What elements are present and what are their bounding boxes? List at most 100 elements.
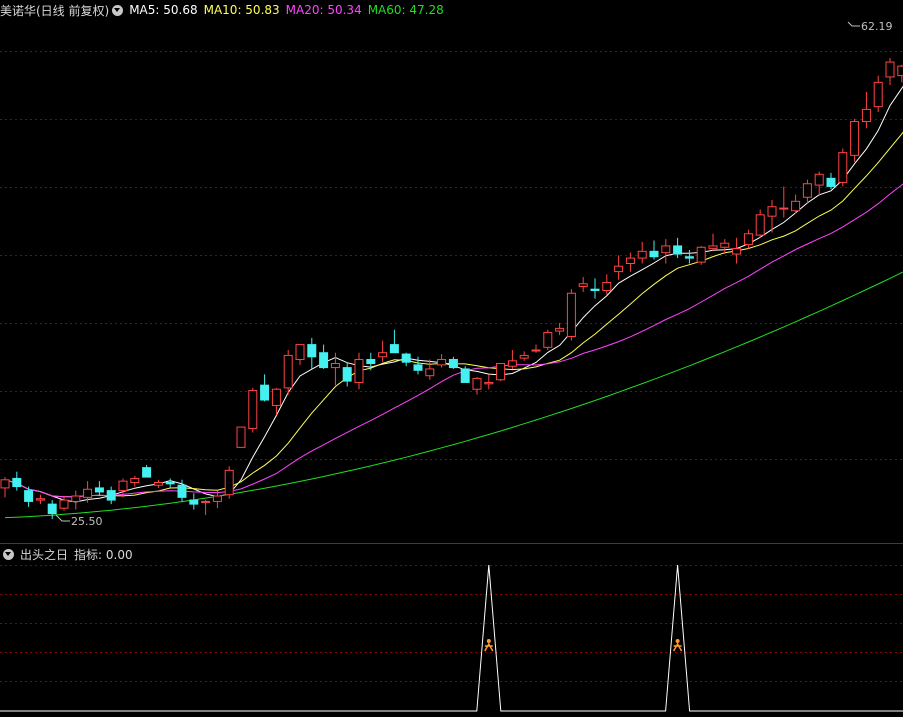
candlestick[interactable] <box>555 322 565 336</box>
candlestick[interactable] <box>873 75 883 113</box>
candlestick[interactable] <box>283 350 293 395</box>
candlestick[interactable] <box>814 171 824 196</box>
candlestick[interactable] <box>448 356 458 369</box>
candlestick[interactable] <box>319 344 329 369</box>
indicator-title: 出头之日 <box>20 547 69 562</box>
candlestick[interactable] <box>165 478 175 488</box>
candlestick[interactable] <box>472 377 482 395</box>
ma10-label: MA10: 50.83 <box>203 3 280 17</box>
candle-body <box>614 265 624 273</box>
candlestick[interactable] <box>850 118 860 163</box>
candlestick[interactable] <box>236 426 246 448</box>
candle-body <box>47 503 57 515</box>
candle-body <box>201 500 211 503</box>
candlestick[interactable] <box>791 194 801 214</box>
candlestick[interactable] <box>861 91 871 129</box>
candlestick[interactable] <box>625 252 635 272</box>
candlestick[interactable] <box>248 387 258 433</box>
candlestick[interactable] <box>366 352 376 371</box>
candle-body <box>661 245 671 254</box>
candlestick[interactable] <box>590 278 600 299</box>
candlestick[interactable] <box>496 363 506 382</box>
candle-body <box>755 214 765 236</box>
candlestick[interactable] <box>224 466 234 499</box>
candlestick[interactable] <box>425 359 435 380</box>
candlestick[interactable] <box>637 241 647 264</box>
candle-body <box>248 390 258 429</box>
candlestick[interactable] <box>0 477 10 498</box>
candle-body <box>684 256 694 259</box>
candlestick[interactable] <box>543 329 553 351</box>
candlestick[interactable] <box>189 493 199 510</box>
candlestick[interactable] <box>201 500 211 515</box>
dropdown-circle-icon[interactable] <box>3 548 14 560</box>
candle-body <box>791 200 801 212</box>
candlestick[interactable] <box>354 352 364 390</box>
candle-body <box>507 360 517 367</box>
candlestick[interactable] <box>153 479 163 488</box>
candle-body <box>437 358 447 366</box>
ma60-label: MA60: 47.28 <box>367 3 444 17</box>
kline-chart-stage[interactable]: 62.19 25.50 <box>0 0 903 717</box>
candlestick[interactable] <box>342 362 352 387</box>
candlestick[interactable] <box>602 274 612 295</box>
candlestick[interactable] <box>212 490 222 509</box>
candlestick[interactable] <box>649 240 659 260</box>
dropdown-circle-icon[interactable] <box>112 4 124 16</box>
candlestick[interactable] <box>130 475 140 487</box>
candle-body <box>732 248 742 255</box>
candlestick[interactable] <box>106 486 116 505</box>
candlestick[interactable] <box>743 229 753 249</box>
candle-body <box>366 358 376 365</box>
candlestick[interactable] <box>684 249 694 264</box>
high-price-arrow-icon <box>847 21 860 27</box>
candlestick[interactable] <box>779 186 789 218</box>
candlestick[interactable] <box>507 350 517 369</box>
candle-body <box>637 250 647 259</box>
candlestick[interactable] <box>897 64 903 83</box>
candlestick[interactable] <box>94 481 104 497</box>
candlestick[interactable] <box>696 245 706 265</box>
candlestick[interactable] <box>732 237 742 264</box>
candle-body <box>118 480 128 492</box>
candlestick[interactable] <box>142 464 152 478</box>
candlestick[interactable] <box>330 352 340 386</box>
candlestick[interactable] <box>71 490 81 510</box>
candlestick[interactable] <box>12 471 22 491</box>
candlestick[interactable] <box>838 148 848 187</box>
candlestick[interactable] <box>802 179 812 205</box>
candlestick[interactable] <box>578 277 588 292</box>
candle-body <box>413 364 423 371</box>
candlestick[interactable] <box>460 366 470 383</box>
candlestick[interactable] <box>484 374 494 390</box>
candlestick[interactable] <box>661 239 671 264</box>
candlestick[interactable] <box>47 500 57 519</box>
candlestick[interactable] <box>437 354 447 368</box>
candlestick[interactable] <box>614 255 624 280</box>
candle-body <box>71 495 81 502</box>
candle-body <box>425 368 435 377</box>
candle-body <box>826 177 836 187</box>
candlestick[interactable] <box>378 340 388 363</box>
candlestick[interactable] <box>885 58 895 86</box>
indicator-markers <box>484 639 683 652</box>
candlestick[interactable] <box>59 496 69 511</box>
candlestick[interactable] <box>401 352 411 367</box>
candlestick[interactable] <box>531 344 541 353</box>
indicator-header: 出头之日 指标: 0.00 <box>0 545 139 563</box>
candlestick[interactable] <box>566 289 576 341</box>
candlestick[interactable] <box>260 374 270 402</box>
candlestick[interactable] <box>519 351 529 361</box>
candlestick[interactable] <box>307 337 317 369</box>
candlestick[interactable] <box>295 344 305 365</box>
candlestick[interactable] <box>389 329 399 354</box>
candle-body <box>460 368 470 383</box>
candle-body <box>83 488 93 498</box>
candle-body <box>720 242 730 248</box>
candlestick[interactable] <box>755 209 765 238</box>
candlestick[interactable] <box>826 172 836 190</box>
candlestick[interactable] <box>35 494 45 505</box>
stock-title: 美诺华(日线 前复权) <box>0 3 110 18</box>
candle-body <box>566 292 576 337</box>
candlestick[interactable] <box>708 233 718 252</box>
